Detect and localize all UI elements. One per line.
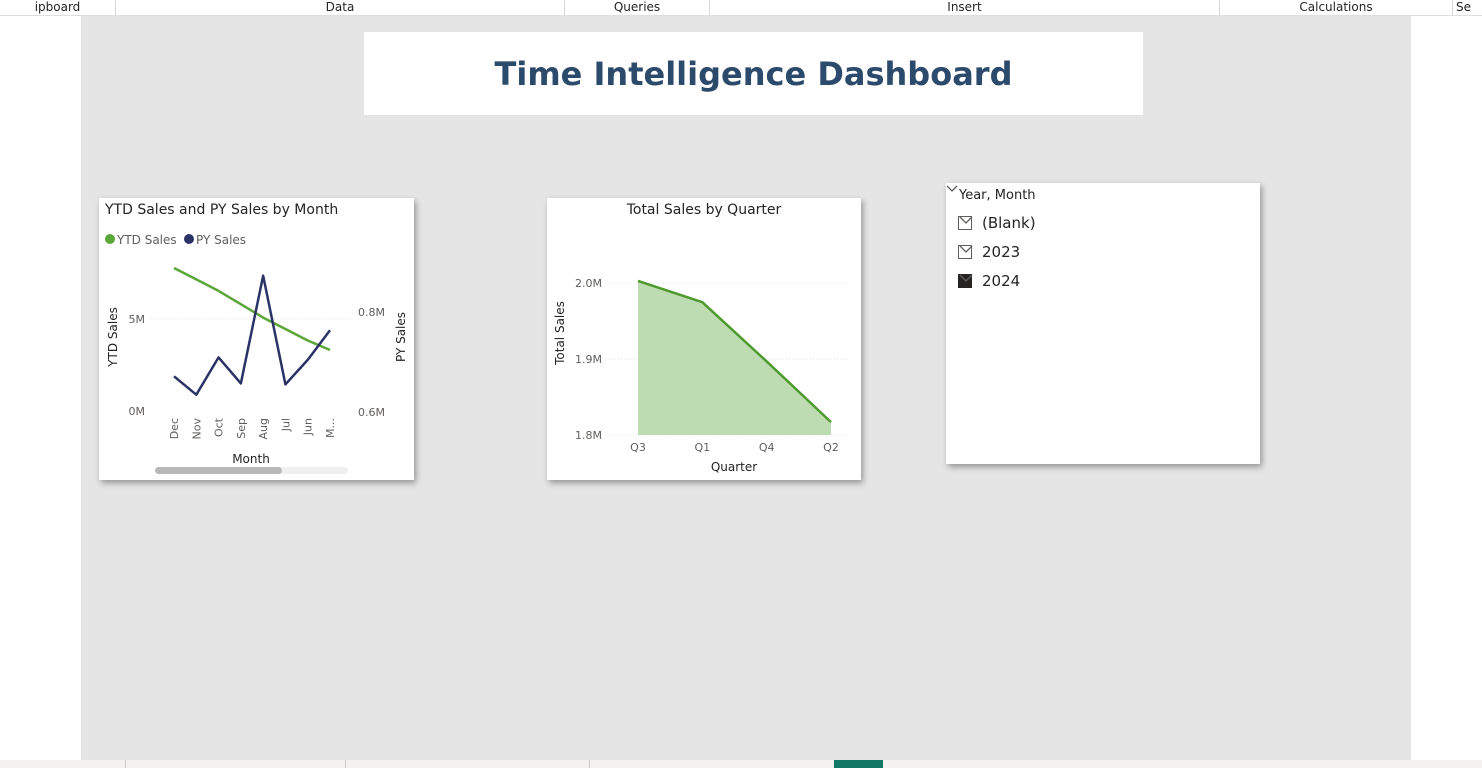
total-sales-area[interactable]: [638, 280, 831, 435]
x-tick-label: Q2: [823, 441, 839, 454]
py-sales-line[interactable]: [173, 274, 331, 396]
legend-py-marker: [184, 234, 194, 244]
ytd-py-line-chart-svg: YTD Sales and PY Sales by Month YTD Sale…: [104, 202, 408, 474]
x-tick-label: Nov: [190, 418, 203, 440]
y-tick-label: 0M: [129, 405, 146, 418]
page-tab[interactable]: [345, 760, 346, 768]
x-tick-label: M...: [324, 418, 337, 438]
ribbon: ipboard Data Queries Insert Calculations…: [0, 0, 1482, 16]
x-tick-label: Q1: [694, 441, 710, 454]
total-sales-area-chart[interactable]: Total Sales by Quarter Total Sales 1.8M 1…: [547, 198, 861, 480]
chevron-down-icon[interactable]: [946, 183, 958, 195]
slicer-item[interactable]: (Blank): [958, 212, 1036, 234]
y-tick-label: 1.9M: [575, 353, 602, 366]
chevron-down-icon[interactable]: [958, 241, 974, 257]
y-tick-label: 2.0M: [575, 277, 602, 290]
page-tab-active[interactable]: [834, 760, 883, 768]
slicer-item-label: 2023: [982, 243, 1021, 261]
x-axis-title: Quarter: [711, 460, 757, 474]
ribbon-group-clipboard[interactable]: ipboard: [0, 0, 116, 15]
legend-ytd-marker: [105, 234, 115, 244]
ribbon-group-security[interactable]: Se: [1453, 0, 1482, 15]
y-tick-label: 1.8M: [575, 429, 602, 442]
y2-tick-label: 0.6M: [358, 406, 385, 419]
ribbon-group-insert[interactable]: Insert: [710, 0, 1220, 15]
total-sales-area-chart-svg: Total Sales by Quarter Total Sales 1.8M 1…: [553, 202, 847, 474]
chevron-down-icon[interactable]: [958, 212, 974, 228]
slicer-item[interactable]: 2023: [958, 241, 1020, 263]
x-tick-label: Sep: [235, 418, 248, 439]
chart-title: Total Sales by Quarter: [626, 202, 782, 218]
y-axis-title: Total Sales: [553, 301, 567, 366]
slicer-item-label: 2024: [982, 272, 1021, 290]
legend-ytd-label[interactable]: YTD Sales: [116, 233, 177, 247]
x-tick-label: Aug: [257, 418, 270, 439]
ribbon-group-queries[interactable]: Queries: [565, 0, 710, 15]
x-tick-label: Q4: [759, 441, 775, 454]
x-axis-title: Month: [232, 452, 270, 466]
title-textbox[interactable]: Time Intelligence Dashboard: [364, 32, 1143, 115]
slicer-item-label: (Blank): [982, 214, 1036, 232]
x-tick-label: Jul: [279, 418, 292, 432]
y-tick-label: 5M: [129, 313, 146, 326]
x-tick-label: Q3: [630, 441, 646, 454]
y2-tick-label: 0.8M: [358, 306, 385, 319]
chevron-down-icon[interactable]: [958, 270, 974, 286]
y-axis-title: YTD Sales: [106, 307, 120, 368]
chart-title: YTD Sales and PY Sales by Month: [104, 202, 338, 218]
year-month-slicer[interactable]: Year, Month (Blank) 2023 2024: [946, 183, 1260, 464]
x-tick-label: Jun: [302, 418, 315, 436]
x-tick-label: Dec: [168, 418, 181, 439]
ribbon-group-calculations[interactable]: Calculations: [1220, 0, 1453, 15]
slicer-item[interactable]: 2024: [958, 270, 1020, 292]
x-tick-label: Oct: [213, 417, 226, 437]
y2-axis-title: PY Sales: [394, 312, 408, 362]
ytd-py-line-chart[interactable]: YTD Sales and PY Sales by Month YTD Sale…: [99, 198, 414, 480]
ribbon-group-data[interactable]: Data: [116, 0, 565, 15]
horizontal-scrollbar-thumb[interactable]: [155, 467, 282, 474]
page-tab[interactable]: [125, 760, 126, 768]
slicer-header: Year, Month: [959, 188, 1036, 203]
page-tab[interactable]: [589, 760, 590, 768]
page-tab-bar: [0, 760, 1482, 768]
ytd-sales-line[interactable]: [173, 266, 331, 352]
legend-py-label[interactable]: PY Sales: [196, 233, 246, 247]
report-title: Time Intelligence Dashboard: [494, 54, 1013, 93]
